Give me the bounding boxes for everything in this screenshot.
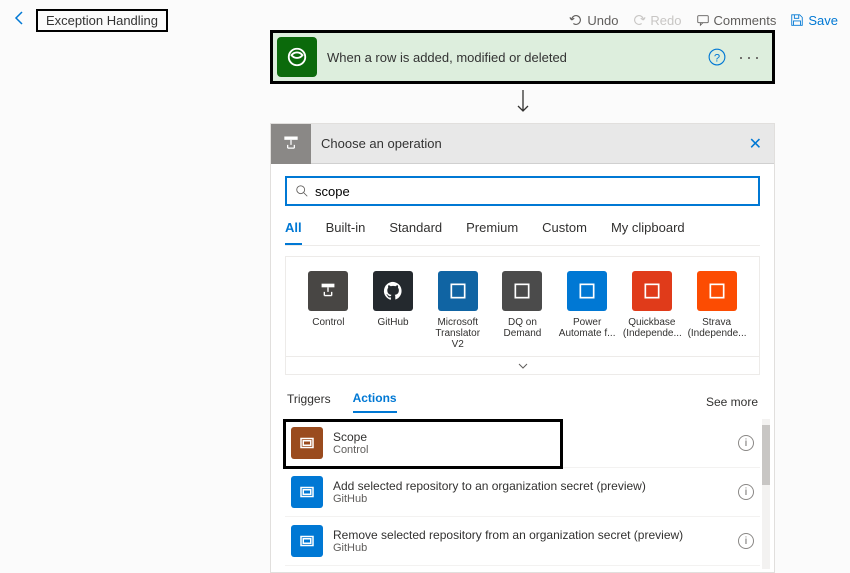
operation-header-title: Choose an operation	[311, 136, 749, 151]
action-title: Remove selected repository from an organ…	[333, 528, 730, 542]
scrollbar[interactable]	[762, 419, 770, 569]
redo-icon	[632, 13, 646, 27]
back-arrow[interactable]	[12, 10, 28, 31]
action-subtitle: GitHub	[333, 542, 730, 554]
tab-builtin[interactable]: Built-in	[326, 220, 366, 245]
action-icon	[291, 525, 323, 557]
search-box[interactable]	[285, 176, 760, 206]
connector-icon	[567, 271, 607, 311]
connector-label: Quickbase (Independe...	[623, 317, 681, 339]
comments-icon	[696, 13, 710, 27]
comments-button[interactable]: Comments	[696, 13, 777, 28]
action-subtitle: GitHub	[333, 493, 730, 505]
connector-icon	[697, 271, 737, 311]
search-icon	[295, 184, 309, 198]
connector-power-automate-f-[interactable]: Power Automate f...	[558, 271, 616, 350]
action-subtitle: Control	[333, 444, 730, 456]
connector-tabs: All Built-in Standard Premium Custom My …	[285, 220, 760, 246]
connector-github[interactable]: GitHub	[364, 271, 422, 350]
svg-text:?: ?	[714, 53, 720, 65]
connector-microsoft-translator-v2[interactable]: Microsoft Translator V2	[429, 271, 487, 350]
connector-label: Strava (Independe...	[688, 317, 746, 339]
info-icon[interactable]: i	[738, 484, 754, 500]
dataverse-icon	[277, 37, 317, 77]
see-more-link[interactable]: See more	[706, 395, 758, 409]
action-item[interactable]: ScopeControl i	[285, 419, 760, 468]
connector-icon	[308, 271, 348, 311]
save-label: Save	[808, 13, 838, 28]
action-icon	[291, 476, 323, 508]
connector-strava-independe-[interactable]: Strava (Independe...	[688, 271, 746, 350]
flow-title[interactable]: Exception Handling	[36, 9, 168, 32]
help-icon[interactable]: ?	[708, 48, 726, 66]
connector-icon	[438, 271, 478, 311]
subtab-triggers[interactable]: Triggers	[287, 392, 331, 412]
connector-label: Microsoft Translator V2	[429, 317, 487, 350]
info-icon[interactable]: i	[738, 435, 754, 451]
action-title: Add selected repository to an organizati…	[333, 479, 730, 493]
tab-standard[interactable]: Standard	[389, 220, 442, 245]
comments-label: Comments	[714, 13, 777, 28]
action-icon	[291, 427, 323, 459]
info-icon[interactable]: i	[738, 533, 754, 549]
trigger-title: When a row is added, modified or deleted	[321, 50, 708, 65]
action-item[interactable]: Remove selected repository from an organ…	[285, 517, 760, 566]
redo-label: Redo	[650, 13, 681, 28]
tab-custom[interactable]: Custom	[542, 220, 587, 245]
undo-icon	[569, 13, 583, 27]
subtab-actions[interactable]: Actions	[353, 391, 397, 413]
connector-icon	[502, 271, 542, 311]
trigger-card[interactable]: When a row is added, modified or deleted…	[270, 30, 775, 84]
save-button[interactable]: Save	[790, 13, 838, 28]
connector-label: Control	[299, 317, 357, 328]
operation-icon	[271, 124, 311, 164]
action-item[interactable]: Add selected repository to an organizati…	[285, 468, 760, 517]
actions-list: ScopeControl i Add selected repository to …	[285, 419, 760, 566]
tab-premium[interactable]: Premium	[466, 220, 518, 245]
tab-all[interactable]: All	[285, 220, 302, 245]
connector-icon	[373, 271, 413, 311]
search-input[interactable]	[315, 184, 750, 199]
connector-quickbase-independe-[interactable]: Quickbase (Independe...	[623, 271, 681, 350]
undo-button[interactable]: Undo	[569, 13, 618, 28]
connectors-grid: Control GitHub Microsoft Translator V2 DQ o…	[285, 256, 760, 357]
chevron-down-icon	[518, 363, 528, 369]
flow-arrow	[270, 90, 775, 119]
connector-label: DQ on Demand	[493, 317, 551, 339]
operation-picker: Choose an operation ✕ All Built-in Stand…	[270, 123, 775, 573]
redo-button: Redo	[632, 13, 681, 28]
connector-dq-on-demand[interactable]: DQ on Demand	[493, 271, 551, 350]
tab-clipboard[interactable]: My clipboard	[611, 220, 685, 245]
expand-connectors[interactable]	[285, 357, 760, 375]
close-icon[interactable]: ✕	[749, 134, 762, 154]
undo-label: Undo	[587, 13, 618, 28]
trigger-menu[interactable]: ···	[738, 47, 762, 68]
connector-label: Power Automate f...	[558, 317, 616, 339]
action-title: Scope	[333, 430, 730, 444]
connector-icon	[632, 271, 672, 311]
connector-control[interactable]: Control	[299, 271, 357, 350]
connector-label: GitHub	[364, 317, 422, 328]
save-icon	[790, 13, 804, 27]
